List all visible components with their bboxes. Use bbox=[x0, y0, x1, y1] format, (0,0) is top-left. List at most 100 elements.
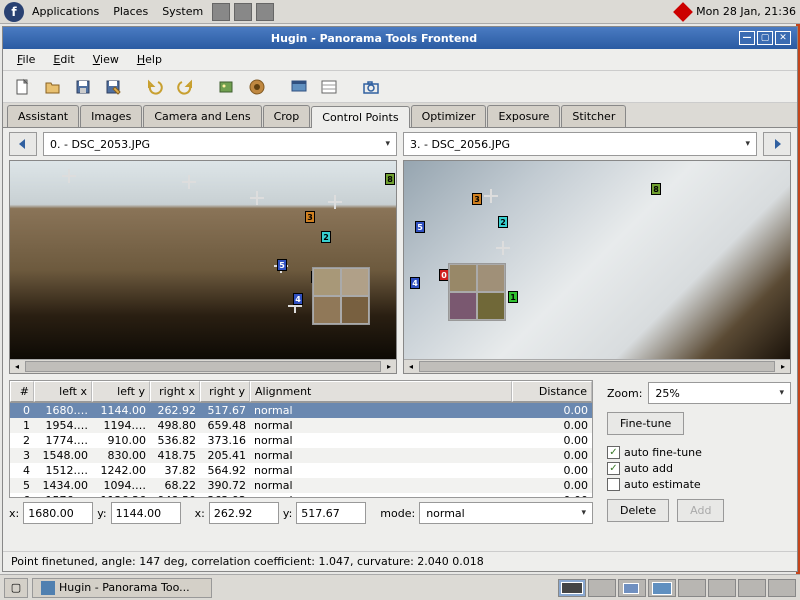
cp-marker-5[interactable]: 5 bbox=[277, 259, 287, 271]
col-leftx[interactable]: left x bbox=[34, 381, 92, 402]
scroll-right-icon[interactable]: ▸ bbox=[776, 360, 790, 373]
y2-input[interactable] bbox=[296, 502, 366, 524]
add-image-icon[interactable] bbox=[215, 75, 239, 99]
workspace-6[interactable] bbox=[708, 579, 736, 597]
mode-value: normal bbox=[426, 507, 465, 520]
delete-button[interactable]: Delete bbox=[607, 499, 669, 522]
table-row[interactable]: 61576.…1126.36948.50262.92normal0.00 bbox=[10, 493, 592, 498]
cp-marker-2[interactable]: 2 bbox=[321, 231, 331, 243]
save-as-icon[interactable] bbox=[101, 75, 125, 99]
maximize-button[interactable]: ▢ bbox=[757, 31, 773, 45]
cp-marker-8[interactable]: 8 bbox=[385, 173, 395, 185]
scroll-left-icon[interactable]: ◂ bbox=[10, 360, 24, 373]
tab-camera-lens[interactable]: Camera and Lens bbox=[143, 105, 261, 127]
col-distance[interactable]: Distance bbox=[512, 381, 592, 402]
mode-combo[interactable]: normal▾ bbox=[419, 502, 593, 524]
table-row[interactable]: 21774.…910.00536.82373.16normal0.00 bbox=[10, 433, 592, 448]
auto-estimate-checkbox[interactable] bbox=[607, 478, 620, 491]
auto-finetune-checkbox[interactable]: ✓ bbox=[607, 446, 620, 459]
ruby-icon[interactable] bbox=[673, 2, 693, 22]
launcher-icon[interactable] bbox=[234, 3, 252, 21]
workspace-2[interactable] bbox=[588, 579, 616, 597]
col-righty[interactable]: right y bbox=[200, 381, 250, 402]
save-icon[interactable] bbox=[71, 75, 95, 99]
tab-control-points[interactable]: Control Points bbox=[311, 106, 409, 128]
workspace-8[interactable] bbox=[768, 579, 796, 597]
table-row[interactable]: 11954.…1194.…498.80659.48normal0.00 bbox=[10, 418, 592, 433]
show-desktop-button[interactable]: ▢ bbox=[4, 578, 28, 598]
cp-marker-3[interactable]: 3 bbox=[305, 211, 315, 223]
workspace-switcher[interactable] bbox=[558, 579, 796, 597]
list-icon[interactable] bbox=[317, 75, 341, 99]
table-row[interactable]: 31548.00830.00418.75205.41normal0.00 bbox=[10, 448, 592, 463]
col-alignment[interactable]: Alignment bbox=[250, 381, 512, 402]
menu-help[interactable]: Help bbox=[129, 51, 170, 68]
titlebar[interactable]: Hugin - Panorama Tools Frontend — ▢ ✕ bbox=[3, 27, 797, 49]
right-image-view[interactable]: 2 3 5 4 0 1 8 bbox=[404, 161, 790, 359]
workspace-7[interactable] bbox=[738, 579, 766, 597]
tab-images[interactable]: Images bbox=[80, 105, 142, 127]
undo-icon[interactable] bbox=[143, 75, 167, 99]
cp-marker-1[interactable]: 1 bbox=[508, 291, 518, 303]
add-button[interactable]: Add bbox=[677, 499, 724, 522]
tab-exposure[interactable]: Exposure bbox=[487, 105, 560, 127]
prev-image-button[interactable] bbox=[9, 132, 37, 156]
zoom-combo[interactable]: 25%▾ bbox=[648, 382, 791, 404]
finetune-button[interactable]: Fine-tune bbox=[607, 412, 684, 435]
cp-marker-5[interactable]: 5 bbox=[415, 221, 425, 233]
cp-marker-2[interactable]: 2 bbox=[498, 216, 508, 228]
left-image-combo[interactable]: 0. - DSC_2053.JPG▾ bbox=[43, 132, 397, 156]
workspace-5[interactable] bbox=[678, 579, 706, 597]
left-scrollbar[interactable]: ◂▸ bbox=[10, 359, 396, 373]
col-num[interactable]: # bbox=[10, 381, 34, 402]
table-row[interactable]: 01680.…1144.00262.92517.67normal0.00 bbox=[10, 403, 592, 418]
scroll-thumb[interactable] bbox=[419, 361, 775, 372]
auto-add-checkbox[interactable]: ✓ bbox=[607, 462, 620, 475]
places-menu[interactable]: Places bbox=[107, 3, 154, 20]
right-image-combo[interactable]: 3. - DSC_2056.JPG▾ bbox=[403, 132, 757, 156]
cp-marker-4[interactable]: 4 bbox=[293, 293, 303, 305]
scroll-thumb[interactable] bbox=[25, 361, 381, 372]
redo-icon[interactable] bbox=[173, 75, 197, 99]
workspace-3[interactable] bbox=[618, 579, 646, 597]
table-row[interactable]: 51434.001094.…68.22390.72normal0.00 bbox=[10, 478, 592, 493]
col-rightx[interactable]: right x bbox=[150, 381, 200, 402]
cp-marker-4[interactable]: 4 bbox=[410, 277, 420, 289]
x2-input[interactable] bbox=[209, 502, 279, 524]
preview-icon[interactable] bbox=[287, 75, 311, 99]
launcher-icon[interactable] bbox=[256, 3, 274, 21]
launcher-icon[interactable] bbox=[212, 3, 230, 21]
cp-marker-8[interactable]: 8 bbox=[651, 183, 661, 195]
close-button[interactable]: ✕ bbox=[775, 31, 791, 45]
menu-edit[interactable]: Edit bbox=[45, 51, 82, 68]
applications-menu[interactable]: Applications bbox=[26, 3, 105, 20]
cp-marker-3[interactable]: 3 bbox=[472, 193, 482, 205]
workspace-4[interactable] bbox=[648, 579, 676, 597]
next-image-button[interactable] bbox=[763, 132, 791, 156]
left-image-view[interactable]: 3 2 5 0 4 6 8 bbox=[10, 161, 396, 359]
fedora-logo-icon[interactable]: f bbox=[4, 2, 24, 22]
scroll-left-icon[interactable]: ◂ bbox=[404, 360, 418, 373]
run-icon[interactable] bbox=[245, 75, 269, 99]
menu-file[interactable]: File bbox=[9, 51, 43, 68]
y1-label: y: bbox=[97, 507, 106, 520]
table-row[interactable]: 41512.…1242.0037.82564.92normal0.00 bbox=[10, 463, 592, 478]
new-icon[interactable] bbox=[11, 75, 35, 99]
workspace-1[interactable] bbox=[558, 579, 586, 597]
clock[interactable]: Mon 28 Jan, 21:36 bbox=[696, 5, 796, 18]
tab-crop[interactable]: Crop bbox=[263, 105, 311, 127]
tab-optimizer[interactable]: Optimizer bbox=[411, 105, 487, 127]
taskbar-hugin[interactable]: Hugin - Panorama Too... bbox=[32, 578, 212, 598]
tab-assistant[interactable]: Assistant bbox=[7, 105, 79, 127]
scroll-right-icon[interactable]: ▸ bbox=[382, 360, 396, 373]
open-icon[interactable] bbox=[41, 75, 65, 99]
system-menu[interactable]: System bbox=[156, 3, 209, 20]
y1-input[interactable] bbox=[111, 502, 181, 524]
menu-view[interactable]: View bbox=[85, 51, 127, 68]
x1-input[interactable] bbox=[23, 502, 93, 524]
camera-icon[interactable] bbox=[359, 75, 383, 99]
right-scrollbar[interactable]: ◂▸ bbox=[404, 359, 790, 373]
tab-stitcher[interactable]: Stitcher bbox=[561, 105, 626, 127]
col-lefty[interactable]: left y bbox=[92, 381, 150, 402]
minimize-button[interactable]: — bbox=[739, 31, 755, 45]
